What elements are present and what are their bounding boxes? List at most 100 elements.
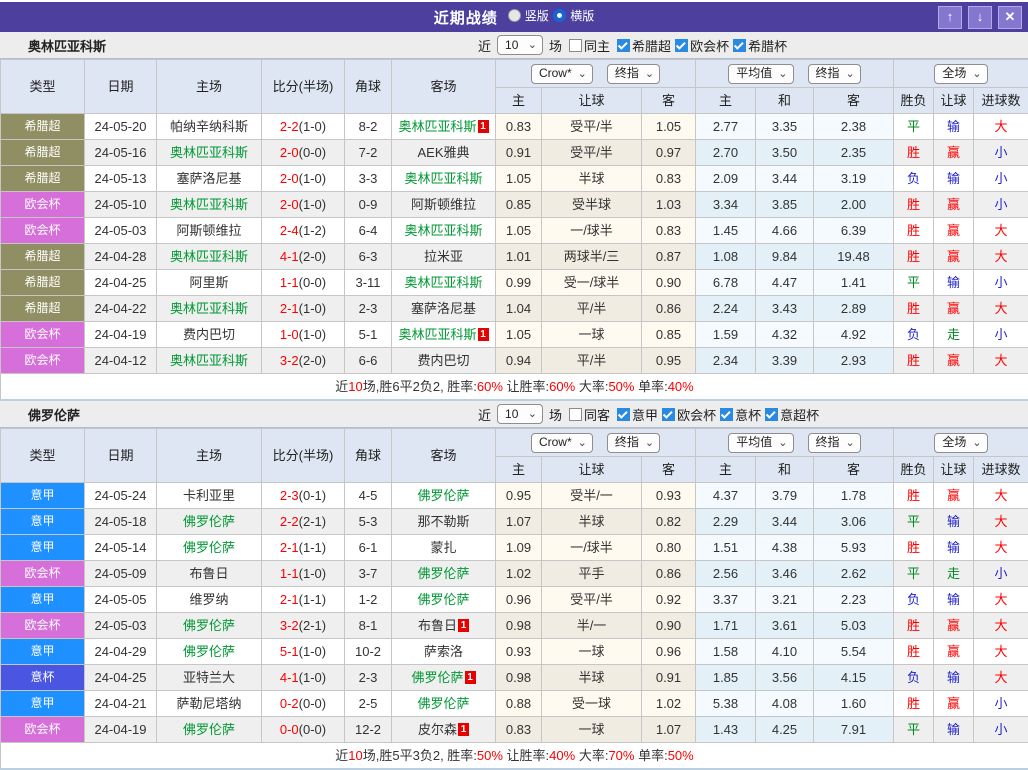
table-row: 希腊超 24-05-16 奥林匹亚科斯 2-0(0-0) 7-2 AEK雅典 0…: [1, 140, 1028, 166]
close-button[interactable]: ✕: [998, 6, 1022, 29]
result-cell: 胜: [894, 296, 934, 322]
league-checkbox[interactable]: 欧会杯: [675, 36, 729, 55]
average-select[interactable]: 平均值⌄: [728, 433, 793, 453]
checkbox-icon: [569, 408, 582, 421]
score-cell: 2-0(1-0): [262, 166, 345, 192]
goals-result-cell: 大: [974, 639, 1028, 665]
chevron-down-icon: ⌄: [645, 438, 654, 448]
avg-home-odds-cell: 1.45: [696, 218, 756, 244]
table-row: 意甲 24-05-14 佛罗伦萨 2-1(1-1) 6-1 蒙扎 1.09 一/…: [1, 535, 1028, 561]
date-cell: 24-05-14: [85, 535, 157, 561]
match-count-select[interactable]: 10 ⌄: [497, 404, 543, 424]
home-team-cell: 萨勒尼塔纳: [157, 691, 262, 717]
same-venue-checkbox[interactable]: 同主: [569, 36, 610, 55]
home-team-cell: 奥林匹亚科斯: [157, 348, 262, 374]
average-odds-time-select[interactable]: 终指⌄: [808, 64, 861, 84]
match-count-select[interactable]: 10 ⌄: [497, 35, 543, 55]
date-cell: 24-05-10: [85, 192, 157, 218]
summary-text: 大率:: [575, 379, 608, 394]
league-checkbox[interactable]: 意杯: [720, 405, 761, 424]
score-cell: 2-1(1-1): [262, 535, 345, 561]
summary-text: 单率:: [634, 748, 667, 763]
result-cell: 平: [894, 270, 934, 296]
col-header-away: 客场: [392, 60, 496, 114]
corner-cell: 8-1: [345, 613, 392, 639]
team-section: 佛罗伦萨 近 10 ⌄ 场 同客 意甲 欧会杯 意杯 意超杯: [0, 401, 1028, 770]
handicap-home-odds-cell: 0.95: [496, 483, 542, 509]
handicap-result-cell: 走: [934, 322, 974, 348]
bookmaker-odds-time-select[interactable]: 终指⌄: [607, 64, 660, 84]
bookmaker-select[interactable]: Crow*⌄: [531, 64, 593, 84]
score-cell: 2-2(1-0): [262, 114, 345, 140]
home-team-cell: 奥林匹亚科斯: [157, 140, 262, 166]
handicap-away-odds-cell: 1.07: [642, 717, 696, 743]
avg-draw-odds-cell: 4.08: [756, 691, 814, 717]
average-odds-time-select[interactable]: 终指⌄: [808, 433, 861, 453]
handicap-result-cell: 输: [934, 114, 974, 140]
handicap-line-cell: 一球: [542, 322, 642, 348]
close-icon: ✕: [1005, 9, 1016, 24]
handicap-line-cell: 一/球半: [542, 535, 642, 561]
avg-away-odds-cell: 7.91: [814, 717, 894, 743]
league-checkbox[interactable]: 希腊超: [617, 36, 671, 55]
summary-text: 40%: [668, 379, 694, 394]
league-checkbox[interactable]: 欧会杯: [662, 405, 716, 424]
date-cell: 24-05-03: [85, 613, 157, 639]
bookmaker-group-header: Crow*⌄ 终指⌄: [496, 60, 696, 88]
avg-home-odds-cell: 2.29: [696, 509, 756, 535]
away-team-cell: 布鲁日1: [392, 613, 496, 639]
league-checkbox[interactable]: 希腊杯: [733, 36, 787, 55]
league-checkbox-label: 欧会杯: [677, 405, 716, 424]
away-team-cell: 奥林匹亚科斯: [392, 166, 496, 192]
away-team-cell: 佛罗伦萨: [392, 587, 496, 613]
score-cell: 5-1(1-0): [262, 639, 345, 665]
handicap-line-cell: 两球半/三: [542, 244, 642, 270]
avg-away-odds-cell: 19.48: [814, 244, 894, 270]
league-checkbox[interactable]: 意超杯: [765, 405, 819, 424]
score-cell: 0-2(0-0): [262, 691, 345, 717]
table-row: 希腊超 24-04-22 奥林匹亚科斯 2-1(1-0) 2-3 塞萨洛尼基 1…: [1, 296, 1028, 322]
move-down-button[interactable]: ↓: [968, 6, 992, 29]
date-cell: 24-04-28: [85, 244, 157, 270]
games-label: 场: [549, 405, 562, 424]
league-checkbox[interactable]: 意甲: [617, 405, 658, 424]
team-section: 奥林匹亚科斯 近 10 ⌄ 场 同主 希腊超 欧会杯 希腊杯: [0, 32, 1028, 401]
avg-draw-odds-cell: 3.21: [756, 587, 814, 613]
table-row: 欧会杯 24-04-12 奥林匹亚科斯 3-2(2-0) 6-6 费内巴切 0.…: [1, 348, 1028, 374]
avg-away-odds-cell: 2.38: [814, 114, 894, 140]
away-team-cell: 佛罗伦萨: [392, 691, 496, 717]
away-team-cell: 佛罗伦萨: [392, 561, 496, 587]
average-select[interactable]: 平均值⌄: [728, 64, 793, 84]
avg-draw-odds-cell: 3.35: [756, 114, 814, 140]
goals-result-cell: 小: [974, 717, 1028, 743]
chevron-down-icon: ⌄: [778, 438, 787, 448]
bookmaker-select[interactable]: Crow*⌄: [531, 433, 593, 453]
handicap-home-odds-cell: 0.83: [496, 717, 542, 743]
handicap-away-odds-cell: 0.86: [642, 561, 696, 587]
corner-cell: 3-7: [345, 561, 392, 587]
score-cell: 2-1(1-0): [262, 296, 345, 322]
scope-select[interactable]: 全场⌄: [934, 433, 987, 453]
handicap-result-cell: 赢: [934, 639, 974, 665]
avg-home-odds-cell: 1.51: [696, 535, 756, 561]
move-up-button[interactable]: ↑: [938, 6, 962, 29]
bookmaker-odds-time-select[interactable]: 终指⌄: [607, 433, 660, 453]
layout-radio-horizontal[interactable]: 横版: [553, 7, 594, 24]
handicap-result-cell: 赢: [934, 483, 974, 509]
result-cell: 胜: [894, 244, 934, 270]
avg-home-odds-cell: 3.37: [696, 587, 756, 613]
summary-text: 10: [348, 748, 362, 763]
corner-cell: 6-4: [345, 218, 392, 244]
date-cell: 24-05-24: [85, 483, 157, 509]
corner-cell: 5-3: [345, 509, 392, 535]
goals-result-cell: 小: [974, 140, 1028, 166]
handicap-line-cell: 受平/半: [542, 114, 642, 140]
scope-select[interactable]: 全场⌄: [934, 64, 987, 84]
table-row: 希腊超 24-05-13 塞萨洛尼基 2-0(1-0) 3-3 奥林匹亚科斯 1…: [1, 166, 1028, 192]
col-header-handicap-home: 主: [496, 457, 542, 483]
layout-radio-vertical[interactable]: 竖版: [508, 7, 549, 24]
competition-badge: 欧会杯: [1, 348, 85, 374]
away-team-cell: 皮尔森1: [392, 717, 496, 743]
same-venue-checkbox[interactable]: 同客: [569, 405, 610, 424]
handicap-line-cell: 平手: [542, 561, 642, 587]
